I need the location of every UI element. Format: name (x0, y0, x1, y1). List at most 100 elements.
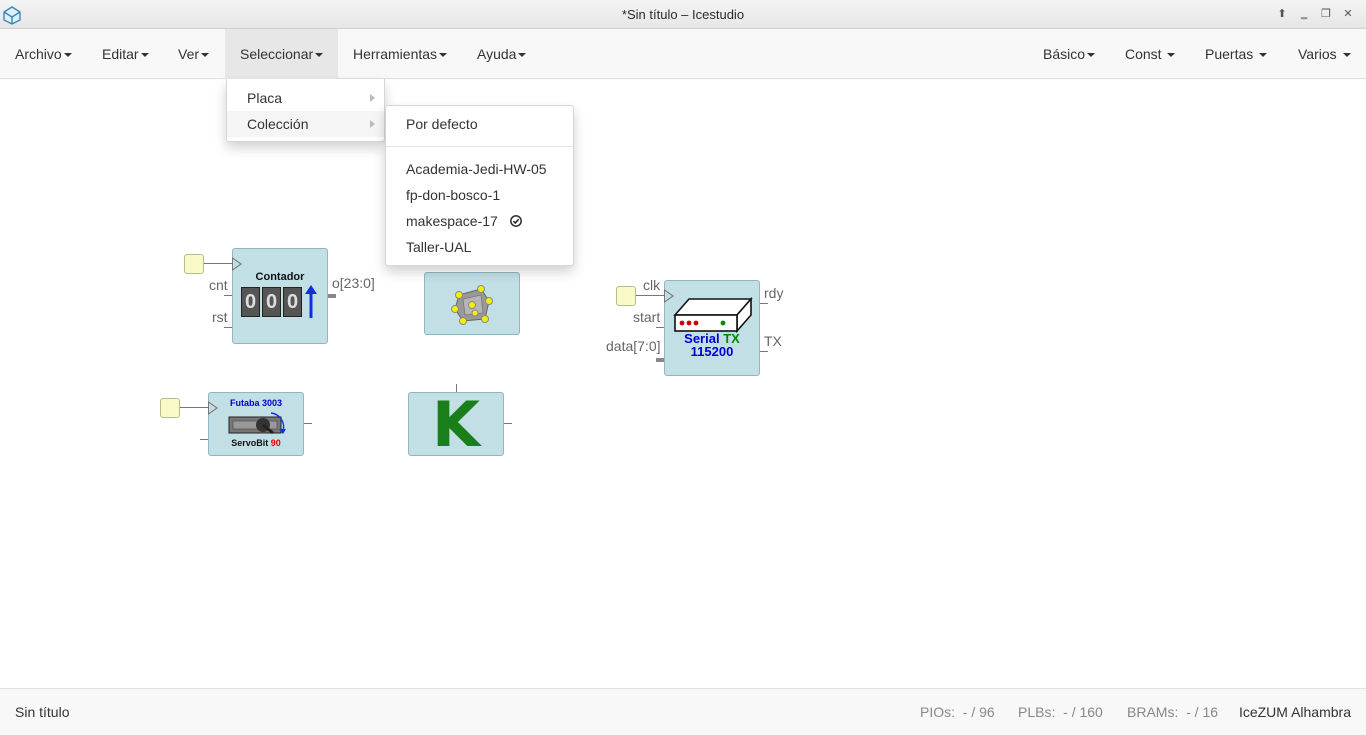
design-canvas[interactable]: cnt rst Contador 0 0 0 o[23:0] clk start… (0, 79, 1366, 688)
menu-item-por-defecto-label: Por defecto (406, 116, 478, 132)
wire (636, 295, 664, 296)
menu-basico-label: Básico (1043, 46, 1086, 62)
wire (180, 407, 208, 408)
menu-item-coleccion-label: Colección (247, 116, 309, 132)
servo-caption: ServoBit 90 (209, 438, 303, 448)
menu-item-placa-label: Placa (247, 90, 283, 106)
pios-label: PIOs: (920, 704, 956, 720)
status-pios: PIOs: - / 96 (920, 704, 995, 720)
menu-ver[interactable]: Ver (163, 29, 224, 79)
servobit-block[interactable]: Futaba 3003 ServoBit 90 (208, 392, 304, 456)
caret-down-icon (1167, 53, 1176, 58)
servo-model-label: Futaba 3003 (229, 398, 283, 408)
collection-label: fp-don-bosco-1 (406, 187, 501, 203)
wire (504, 423, 512, 424)
menu-item-coleccion[interactable]: Colección (227, 111, 384, 137)
wire (760, 351, 768, 352)
caret-down-icon (1259, 53, 1268, 58)
menu-bar: Archivo Editar Ver Seleccionar Herramien… (0, 29, 1366, 79)
serial-clk-label: clk (643, 277, 661, 293)
status-bar: Sin título PIOs: - / 96 PLBs: - / 160 BR… (0, 688, 1366, 735)
input-port-clk[interactable] (184, 254, 204, 274)
window-title: *Sin título – Icestudio (621, 7, 745, 22)
counter-digit: 0 (241, 287, 260, 317)
window-controls: ⬆ ‗ ❐ ✕ (1274, 6, 1356, 22)
menu-varios[interactable]: Varios (1283, 29, 1366, 79)
menu-seleccionar[interactable]: Seleccionar (225, 29, 339, 79)
wire (760, 303, 768, 304)
caret-down-icon (439, 53, 448, 58)
contador-rst-label: rst (212, 309, 228, 325)
serial-tx-block[interactable]: Serial TX 115200 (664, 280, 760, 376)
menu-item-collection[interactable]: fp-don-bosco-1 (386, 182, 573, 208)
menu-ayuda-label: Ayuda (477, 46, 517, 62)
close-icon[interactable]: ✕ (1340, 6, 1356, 22)
wire (656, 327, 664, 328)
restore-icon[interactable]: ❐ (1318, 6, 1334, 22)
caret-down-icon (140, 53, 149, 58)
menu-basico[interactable]: Básico (1028, 29, 1110, 79)
up-icon[interactable]: ⬆ (1274, 6, 1290, 22)
serial-device-icon (673, 297, 753, 333)
caret-down-icon (315, 53, 324, 58)
bus-wire (328, 294, 336, 298)
wire (224, 327, 232, 328)
servo-value-label: 90 (270, 438, 281, 448)
k-letter: K (431, 388, 481, 461)
status-board[interactable]: IceZUM Alhambra (1239, 704, 1351, 720)
collection-block[interactable] (424, 272, 520, 335)
menu-herramientas[interactable]: Herramientas (338, 29, 462, 79)
wire (200, 439, 208, 440)
caret-down-icon (63, 53, 72, 58)
collection-label: Taller-UAL (406, 239, 472, 255)
menu-const-label: Const (1125, 46, 1162, 62)
caret-down-icon (201, 53, 210, 58)
menu-item-por-defecto[interactable]: Por defecto (386, 111, 573, 137)
input-port-clk[interactable] (616, 286, 636, 306)
title-bar: *Sin título – Icestudio ⬆ ‗ ❐ ✕ (0, 0, 1366, 29)
menu-archivo[interactable]: Archivo (0, 29, 87, 79)
contador-block[interactable]: Contador 0 0 0 (232, 248, 328, 344)
chevron-right-icon (370, 120, 375, 128)
menu-puertas-label: Puertas (1205, 46, 1254, 62)
menu-ayuda[interactable]: Ayuda (462, 29, 541, 79)
menu-item-collection[interactable]: Academia-Jedi-HW-05 (386, 156, 573, 182)
minimize-icon[interactable]: ‗ (1296, 6, 1312, 22)
menu-item-collection-selected[interactable]: makespace-17 (386, 208, 573, 234)
servobit-label: ServoBit (231, 438, 269, 448)
menu-item-collection[interactable]: Taller-UAL (386, 234, 573, 260)
status-brams: BRAMs: - / 16 (1127, 704, 1218, 720)
serial-tx-out-label: TX (764, 333, 782, 349)
menu-editar[interactable]: Editar (87, 29, 164, 79)
brams-label: BRAMs: (1127, 704, 1179, 720)
contador-output-label: o[23:0] (332, 275, 375, 291)
molecule-icon (451, 285, 493, 325)
serial-rdy-label: rdy (764, 285, 784, 301)
pios-value: - / 96 (962, 704, 995, 720)
serial-start-label: start (633, 309, 661, 325)
menu-ver-label: Ver (178, 46, 200, 62)
plbs-value: - / 160 (1063, 704, 1103, 720)
menu-item-placa[interactable]: Placa (227, 85, 384, 111)
menu-archivo-label: Archivo (15, 46, 62, 62)
menu-puertas[interactable]: Puertas (1190, 29, 1282, 79)
k-block[interactable]: K (408, 388, 504, 461)
menu-const[interactable]: Const (1110, 29, 1190, 79)
contador-title: Contador (255, 271, 305, 283)
status-plbs: PLBs: - / 160 (1018, 704, 1103, 720)
counter-digit: 0 (283, 287, 302, 317)
servo-motor-icon (228, 412, 286, 435)
caret-down-icon (1342, 53, 1351, 58)
input-port-clk[interactable] (160, 398, 180, 418)
caret-down-icon (518, 53, 527, 58)
bus-wire (656, 358, 664, 362)
menu-seleccionar-label: Seleccionar (240, 46, 314, 62)
coleccion-submenu: Por defecto Academia-Jedi-HW-05 fp-don-b… (385, 105, 574, 266)
wire (304, 423, 312, 424)
wire (204, 263, 232, 264)
chevron-right-icon (370, 94, 375, 102)
menu-varios-label: Varios (1298, 46, 1337, 62)
plbs-label: PLBs: (1018, 704, 1056, 720)
up-arrow-icon (305, 285, 317, 318)
clock-triangle-icon (232, 257, 242, 271)
